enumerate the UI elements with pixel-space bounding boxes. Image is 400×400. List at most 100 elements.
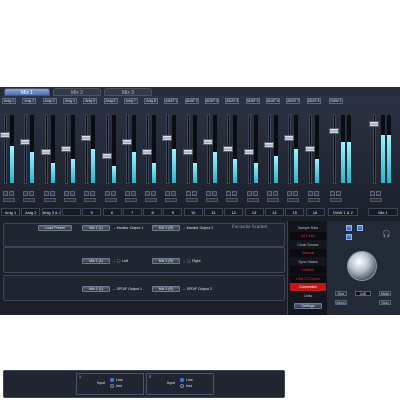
settings-button[interactable]: Settings	[294, 303, 322, 309]
fader-handle[interactable]	[182, 149, 193, 155]
monitor-right-source-button[interactable]: Mix 1 (R)	[152, 225, 180, 231]
stereo-link-button[interactable]	[287, 198, 300, 202]
mute-button[interactable]: Mute	[379, 291, 391, 296]
solo-button[interactable]	[376, 191, 381, 196]
mute-button[interactable]	[104, 191, 110, 196]
input-2-line-radio[interactable]	[180, 378, 184, 382]
mute-button[interactable]	[124, 191, 130, 196]
solo-button[interactable]	[29, 191, 35, 196]
fader-handle[interactable]	[60, 145, 71, 152]
monitor-link-button-3[interactable]	[357, 225, 363, 231]
solo-button[interactable]	[313, 191, 319, 196]
stereo-link-button[interactable]	[43, 198, 56, 202]
input-source-selector[interactable]: ADAT 7	[286, 98, 301, 104]
mute-button[interactable]	[287, 191, 293, 196]
solo-button[interactable]	[336, 191, 341, 196]
dim-button[interactable]: Dim	[335, 291, 347, 296]
mute-button[interactable]	[330, 191, 335, 196]
solo-button[interactable]	[171, 191, 177, 196]
fader-handle[interactable]	[223, 145, 234, 152]
clock-source-value[interactable]: Internal	[290, 249, 326, 257]
input-source-selector[interactable]: Anlg 7	[123, 98, 138, 104]
stereo-link-button[interactable]	[165, 198, 178, 202]
mute-button[interactable]	[84, 191, 90, 196]
stereo-link-button[interactable]	[307, 198, 320, 202]
stereo-link-button[interactable]	[185, 198, 198, 202]
stereo-link-button[interactable]	[84, 198, 97, 202]
monitor-link-button-1[interactable]	[346, 225, 352, 231]
mute-button[interactable]	[63, 191, 69, 196]
input-source-selector[interactable]: Anlg 5	[83, 98, 98, 104]
stereo-link-button[interactable]	[3, 198, 15, 202]
mute-button[interactable]	[3, 191, 8, 196]
fader-handle[interactable]	[369, 121, 379, 127]
solo-button[interactable]	[9, 191, 14, 196]
input-source-selector[interactable]: Anlg 2	[22, 98, 37, 104]
stereo-link-button[interactable]	[370, 198, 382, 202]
solo-button[interactable]	[232, 191, 238, 196]
headphone-right-source-button[interactable]: Mix 1 (R)	[152, 258, 180, 264]
input-source-selector[interactable]: Anlg 3	[42, 98, 57, 104]
solo-button[interactable]	[90, 191, 96, 196]
mute-button[interactable]	[307, 191, 313, 196]
solo-button[interactable]	[252, 191, 258, 196]
input-source-selector[interactable]: Anlg 6	[103, 98, 118, 104]
stereo-link-button[interactable]	[63, 198, 76, 202]
stereo-link-button[interactable]	[226, 198, 239, 202]
solo-button[interactable]	[49, 191, 55, 196]
mute-button[interactable]	[370, 191, 375, 196]
mute-button[interactable]	[185, 191, 191, 196]
stereo-link-button[interactable]	[330, 198, 342, 202]
fader-handle[interactable]	[121, 138, 132, 145]
input-2-inst-radio[interactable]	[180, 384, 184, 388]
stereo-link-button[interactable]	[206, 198, 218, 202]
solo-button[interactable]	[293, 191, 299, 196]
fader-handle[interactable]	[142, 149, 153, 155]
fader-handle[interactable]	[329, 128, 339, 134]
input-source-selector[interactable]: ADAT 4	[225, 98, 240, 104]
spdif-left-source-button[interactable]: Mix 1 (L)	[82, 286, 110, 292]
fader-handle[interactable]	[81, 135, 92, 141]
input-source-selector[interactable]: DAW 1	[329, 98, 343, 104]
solo-button[interactable]: Solo	[379, 300, 391, 305]
stereo-link-button[interactable]	[266, 198, 279, 202]
fader-handle[interactable]	[162, 135, 173, 141]
mute-button[interactable]	[226, 191, 232, 196]
fader-handle[interactable]	[203, 138, 213, 145]
mute-button[interactable]	[23, 191, 29, 196]
fader-handle[interactable]	[101, 152, 112, 159]
mute-button[interactable]	[246, 191, 252, 196]
input-source-selector[interactable]: ADAT 8	[306, 98, 321, 104]
input-source-selector[interactable]: ADAT 2	[184, 98, 199, 104]
input-source-selector[interactable]: Anlg 4	[62, 98, 77, 104]
mute-button[interactable]	[266, 191, 272, 196]
input-source-selector[interactable]: ADAT 5	[245, 98, 260, 104]
solo-button[interactable]	[191, 191, 197, 196]
solo-button[interactable]	[151, 191, 157, 196]
headphone-left-source-button[interactable]: Mix 1 (L)	[82, 258, 110, 264]
mute-button[interactable]	[43, 191, 49, 196]
stereo-link-button[interactable]	[104, 198, 117, 202]
mute-button[interactable]	[165, 191, 171, 196]
stereo-link-button[interactable]	[23, 198, 36, 202]
fader-handle[interactable]	[263, 142, 274, 148]
input-source-selector[interactable]: Anlg 8	[144, 98, 159, 104]
solo-button[interactable]	[130, 191, 136, 196]
mute-button[interactable]	[206, 191, 211, 196]
sample-rate-value[interactable]: 44.1 kHz	[290, 232, 326, 240]
fader-handle[interactable]	[284, 135, 295, 141]
input-1-inst-radio[interactable]	[110, 384, 114, 388]
stereo-link-button[interactable]	[145, 198, 158, 202]
stereo-link-button[interactable]	[246, 198, 259, 202]
tab-mix-2[interactable]: Mix 2	[53, 88, 101, 96]
mute-button[interactable]	[145, 191, 151, 196]
input-1-line-radio[interactable]	[110, 378, 114, 382]
mono-button[interactable]: Mono	[335, 300, 347, 305]
input-source-selector[interactable]: ADAT 6	[265, 98, 280, 104]
tab-mix-1[interactable]: Mix 1	[4, 88, 50, 96]
tab-mix-3[interactable]: Mix 3	[104, 88, 152, 96]
monitor-left-source-button[interactable]: Mix 1 (L)	[82, 225, 110, 231]
load-preset-button[interactable]: Load Preset	[38, 225, 72, 231]
fader-handle[interactable]	[0, 131, 10, 138]
solo-button[interactable]	[110, 191, 116, 196]
